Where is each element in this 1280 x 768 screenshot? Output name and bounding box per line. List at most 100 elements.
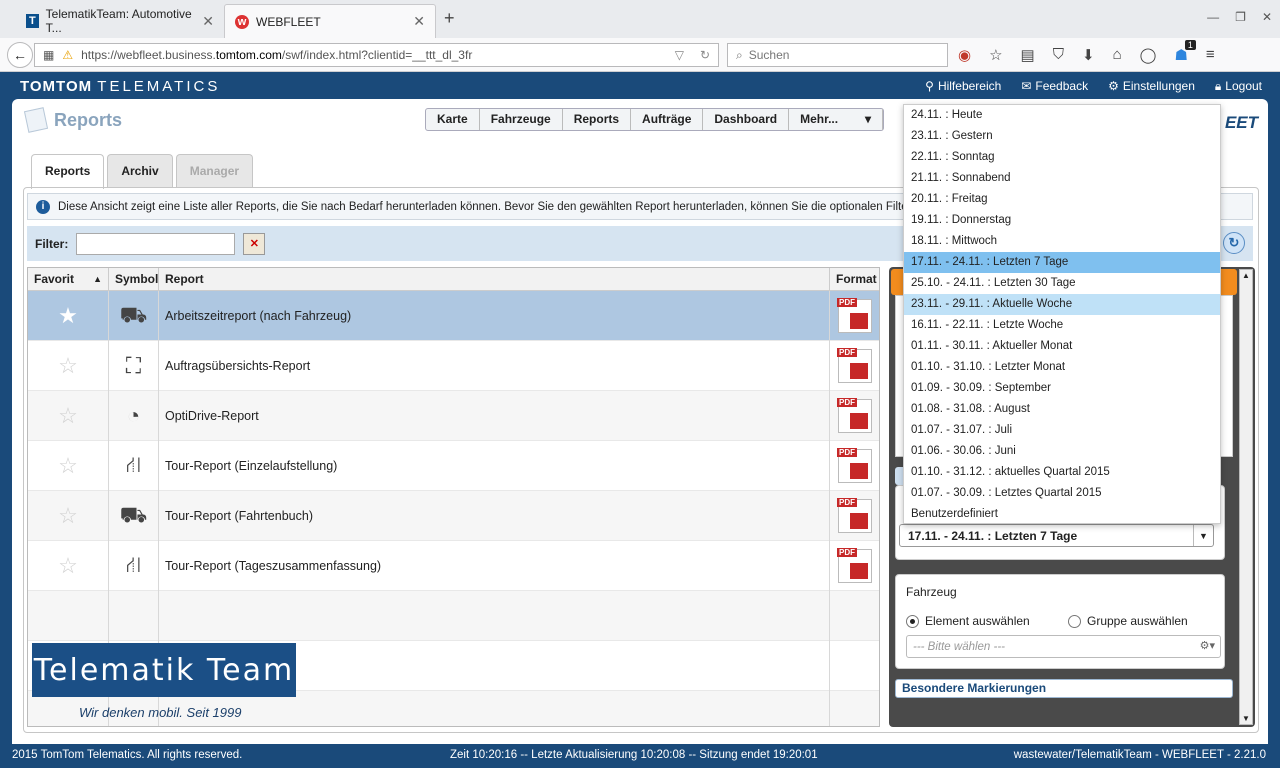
special-markings-section[interactable]: Besondere Markierungen [895, 679, 1233, 698]
gear-dropdown-icon[interactable]: ⚙▾ [1200, 639, 1215, 652]
table-row[interactable]: ☆ ⛙ Tour-Report (Tageszusammenfassung) P… [28, 541, 879, 591]
filter-input[interactable] [76, 232, 236, 255]
favorite-star-icon[interactable]: ☆ [58, 353, 78, 379]
extension-icon[interactable]: ☗ 1 [1174, 40, 1196, 64]
panel-scrollbar[interactable]: ▲ ▼ [1239, 269, 1253, 725]
settings-link[interactable]: ⚙ Einstellungen [1108, 79, 1195, 94]
dropdown-option[interactable]: 01.10. - 31.12. : aktuelles Quartal 2015 [904, 462, 1220, 483]
dropdown-option-selected[interactable]: 23.11. - 29.11. : Aktuelle Woche [904, 294, 1220, 315]
header-symbol[interactable]: Symbol [109, 268, 159, 291]
logout-link[interactable]: 🔒︎ Logout [1215, 79, 1262, 94]
pdf-icon[interactable]: PDF [837, 498, 872, 533]
tab-archiv[interactable]: Archiv [107, 154, 173, 187]
dropdown-option-hover[interactable]: 17.11. - 24.11. : Letzten 7 Tage [904, 252, 1220, 273]
table-row[interactable]: ☆ ⛶ Auftragsübersichts-Report PDF [28, 341, 879, 391]
radio-group[interactable]: Gruppe auswählen [1068, 614, 1188, 628]
warning-lock-icon[interactable]: ⚠ [62, 48, 73, 62]
reading-list-icon[interactable]: ▤ [1021, 46, 1035, 64]
table-row[interactable]: ★ ⛟ Arbeitszeitreport (nach Fahrzeug) PD… [28, 291, 879, 341]
subtabs: Reports Archiv Manager [31, 154, 254, 189]
download-icon[interactable]: ⬇ [1082, 46, 1095, 64]
header-favorit[interactable]: Favorit ▲ [28, 268, 109, 291]
close-window-icon[interactable]: ✕ [1262, 10, 1272, 24]
dropdown-option[interactable]: 01.06. - 30.06. : Juni [904, 441, 1220, 462]
refresh-icon[interactable]: ↻ [1223, 232, 1245, 254]
dropdown-option[interactable]: Benutzerdefiniert [904, 504, 1220, 525]
home-icon[interactable]: ⌂ [1113, 46, 1122, 64]
dropdown-option[interactable]: 24.11. : Heute [904, 105, 1220, 126]
favorite-star-icon[interactable]: ☆ [58, 553, 78, 579]
dropdown-option[interactable]: 19.11. : Donnerstag [904, 210, 1220, 231]
record-icon[interactable]: ◉ [958, 46, 971, 64]
radio-checked-icon[interactable] [906, 614, 919, 628]
radio-element[interactable]: Element auswählen [906, 614, 1030, 628]
reload-icon[interactable]: ↻ [700, 48, 710, 62]
grid-icon[interactable]: ▦ [43, 48, 54, 62]
dropdown-option[interactable]: 01.11. - 30.11. : Aktueller Monat [904, 336, 1220, 357]
dropdown-option[interactable]: 01.07. - 30.09. : Letztes Quartal 2015 [904, 483, 1220, 504]
webfleet-favicon-icon: w [235, 14, 249, 29]
nav-dashboard[interactable]: Dashboard [703, 109, 790, 130]
pdf-icon[interactable]: PDF [837, 298, 872, 333]
dropdown-option[interactable]: 01.07. - 31.07. : Juli [904, 420, 1220, 441]
new-tab-icon[interactable]: + [444, 8, 455, 29]
lock-icon: 🔒︎ [1214, 79, 1222, 93]
dropdown-option[interactable]: 01.09. - 30.09. : September [904, 378, 1220, 399]
header-format[interactable]: Format [830, 268, 879, 291]
pdf-icon[interactable]: PDF [837, 448, 872, 483]
tab-reports[interactable]: Reports [31, 154, 105, 189]
header-report[interactable]: Report [159, 268, 830, 291]
scroll-down-icon[interactable]: ▼ [1242, 714, 1250, 723]
favorite-star-icon[interactable]: ☆ [58, 453, 78, 479]
nav-reports[interactable]: Reports [563, 109, 632, 130]
scroll-up-icon[interactable]: ▲ [1242, 271, 1250, 280]
truck-clock-icon: ⛟ [119, 301, 148, 327]
vehicle-select[interactable]: --- Bitte wählen --- ⚙▾ [906, 635, 1221, 658]
period-select[interactable]: 17.11. - 24.11. : Letzten 7 Tage ▼ [899, 524, 1214, 547]
favorite-star-icon[interactable]: ★ [58, 303, 78, 329]
dropdown-arrow-icon[interactable]: ▽ [675, 48, 684, 62]
pocket-icon[interactable]: ⛉ [1053, 46, 1064, 64]
radio-unchecked-icon[interactable] [1068, 614, 1081, 628]
search-input[interactable]: ⌕ Suchen [727, 43, 948, 67]
clear-filter-icon[interactable]: ✕ [243, 232, 266, 255]
pdf-icon[interactable]: PDF [837, 348, 872, 383]
dropdown-option[interactable]: 18.11. : Mittwoch [904, 231, 1220, 252]
nav-fahrzeuge[interactable]: Fahrzeuge [480, 109, 563, 130]
dropdown-option[interactable]: 01.10. - 31.10. : Letzter Monat [904, 357, 1220, 378]
pdf-icon[interactable]: PDF [837, 548, 872, 583]
dropdown-option[interactable]: 16.11. - 22.11. : Letzte Woche [904, 315, 1220, 336]
table-row[interactable]: ☆ ⛟ Tour-Report (Fahrtenbuch) PDF [28, 491, 879, 541]
dropdown-option[interactable]: 20.11. : Freitag [904, 189, 1220, 210]
menu-icon[interactable]: ≡ [1206, 46, 1215, 64]
status-footer: 2015 TomTom Telematics. All rights reser… [0, 744, 1280, 768]
help-link[interactable]: ⚲ Hilfebereich [925, 79, 1001, 94]
window-controls: — ❐ ✕ [1207, 10, 1272, 24]
nav-auftraege[interactable]: Aufträge [631, 109, 704, 130]
nav-karte[interactable]: Karte [426, 109, 480, 130]
dropdown-option[interactable]: 21.11. : Sonnabend [904, 168, 1220, 189]
minimize-icon[interactable]: — [1207, 10, 1219, 24]
dropdown-option[interactable]: 25.10. - 24.11. : Letzten 30 Tage [904, 273, 1220, 294]
chat-icon[interactable]: ◯ [1140, 46, 1157, 64]
browser-tab-telematikteam[interactable]: T TelematikTeam: Automotive T... ✕ [16, 4, 224, 38]
favorite-star-icon[interactable]: ☆ [58, 403, 78, 429]
table-row[interactable]: ☆ ⛙ Tour-Report (Einzelaufstellung) PDF [28, 441, 879, 491]
restore-icon[interactable]: ❐ [1235, 10, 1246, 24]
nav-more[interactable]: Mehr... ▾ [789, 109, 884, 130]
dropdown-option[interactable]: 22.11. : Sonntag [904, 147, 1220, 168]
favorite-star-icon[interactable]: ☆ [58, 503, 78, 529]
bookmark-star-icon[interactable]: ☆ [989, 46, 1002, 64]
back-arrow-icon[interactable]: ← [7, 42, 33, 68]
road-24-icon: ⛙ [125, 551, 142, 577]
browser-tab-webfleet[interactable]: w WEBFLEET ✕ [224, 4, 436, 38]
table-row[interactable]: ☆ ◔ OptiDrive-Report PDF [28, 391, 879, 441]
close-icon[interactable]: ✕ [202, 13, 214, 30]
chevron-down-icon[interactable]: ▼ [1193, 525, 1213, 546]
pdf-icon[interactable]: PDF [837, 398, 872, 433]
close-icon[interactable]: ✕ [413, 13, 425, 30]
feedback-link[interactable]: ✉ Feedback [1021, 79, 1088, 94]
url-bar[interactable]: ▦ ⚠ https://webfleet.business.tomtom.com… [34, 43, 719, 67]
dropdown-option[interactable]: 01.08. - 31.08. : August [904, 399, 1220, 420]
dropdown-option[interactable]: 23.11. : Gestern [904, 126, 1220, 147]
